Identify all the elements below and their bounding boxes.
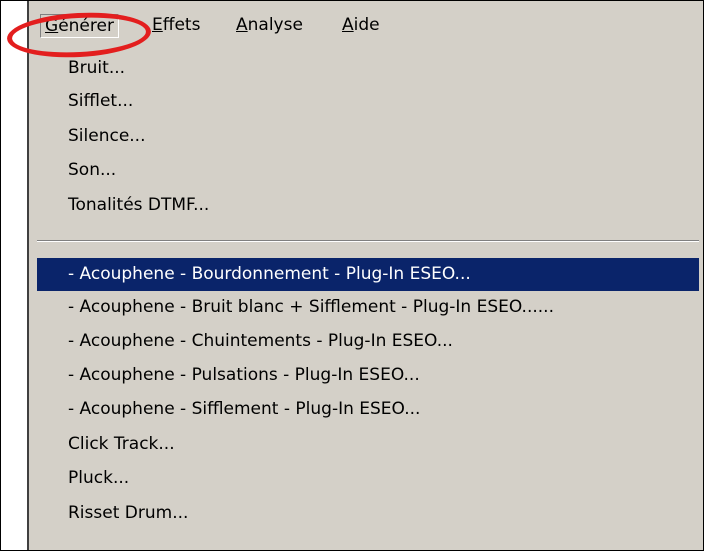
menu-aide-label: ide — [353, 15, 380, 35]
menu-generer-accel: G — [45, 16, 59, 36]
menu-effets-label: ffets — [162, 15, 201, 35]
menu-item-click-track[interactable]: Click Track... — [29, 428, 703, 461]
menu-item-acouphene-bruit-blanc[interactable]: - Acouphene - Bruit blanc + Sifflement -… — [29, 291, 703, 324]
menu-panel: Générer Effets Analyse Aide Bruit... Sif… — [27, 1, 703, 550]
menubar: Générer Effets Analyse Aide — [29, 1, 703, 47]
menu-item-silence[interactable]: Silence... — [29, 120, 703, 153]
menu-item-bruit[interactable]: Bruit... — [29, 52, 703, 85]
menu-effets[interactable]: Effets — [152, 15, 200, 35]
screenshot-frame: Générer Effets Analyse Aide Bruit... Sif… — [0, 0, 704, 551]
menu-item-acouphene-sifflement[interactable]: - Acouphene - Sifflement - Plug-In ESEO.… — [29, 393, 703, 426]
menu-item-acouphene-chuintements[interactable]: - Acouphene - Chuintements - Plug-In ESE… — [29, 325, 703, 358]
menu-item-acouphene-bourdonnement[interactable]: - Acouphene - Bourdonnement - Plug-In ES… — [37, 258, 699, 291]
window-edge — [1, 1, 27, 550]
menu-effets-accel: E — [152, 15, 163, 35]
menu-item-son[interactable]: Son... — [29, 154, 703, 187]
menu-item-pluck[interactable]: Pluck... — [29, 462, 703, 495]
menu-separator — [37, 240, 699, 242]
menu-item-sifflet[interactable]: Sifflet... — [29, 85, 703, 118]
menu-item-risset-drum[interactable]: Risset Drum... — [29, 497, 703, 530]
menu-item-tonalites-dtmf[interactable]: Tonalités DTMF... — [29, 189, 703, 222]
menu-analyse[interactable]: Analyse — [236, 15, 303, 35]
menu-aide[interactable]: Aide — [342, 15, 380, 35]
menu-generer[interactable]: Générer — [40, 14, 119, 38]
menu-aide-accel: A — [342, 15, 354, 35]
menu-analyse-label: nalyse — [247, 15, 303, 35]
menu-analyse-accel: A — [236, 15, 248, 35]
menu-generer-label: énérer — [58, 16, 114, 36]
menu-item-acouphene-pulsations[interactable]: - Acouphene - Pulsations - Plug-In ESEO.… — [29, 359, 703, 392]
